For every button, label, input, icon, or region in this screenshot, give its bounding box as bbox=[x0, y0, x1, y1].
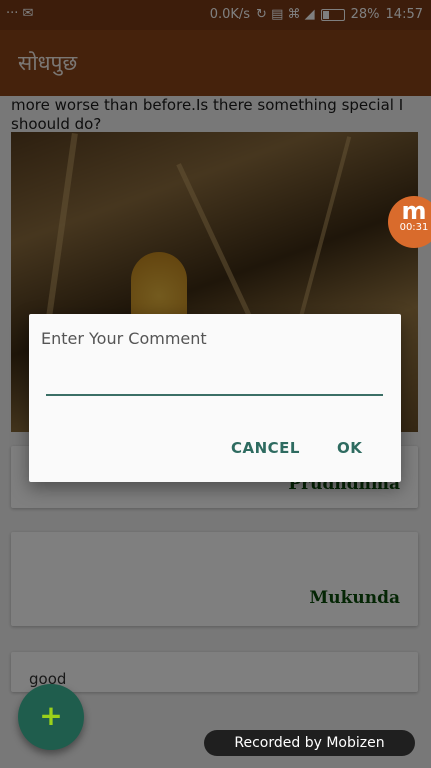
recorder-logo-icon: m bbox=[401, 197, 427, 225]
recorder-bubble[interactable]: m 00:31 bbox=[388, 196, 431, 248]
comment-input[interactable] bbox=[46, 374, 383, 396]
plus-icon: + bbox=[39, 699, 63, 732]
add-button[interactable]: + bbox=[18, 684, 84, 750]
ok-button[interactable]: OK bbox=[337, 439, 362, 457]
recorder-timer: 00:31 bbox=[399, 222, 429, 233]
comment-dialog: Enter Your Comment CANCEL OK bbox=[29, 314, 401, 482]
recording-banner: Recorded by Mobizen bbox=[204, 730, 415, 756]
cancel-button[interactable]: CANCEL bbox=[231, 439, 300, 457]
dialog-title: Enter Your Comment bbox=[41, 329, 207, 348]
